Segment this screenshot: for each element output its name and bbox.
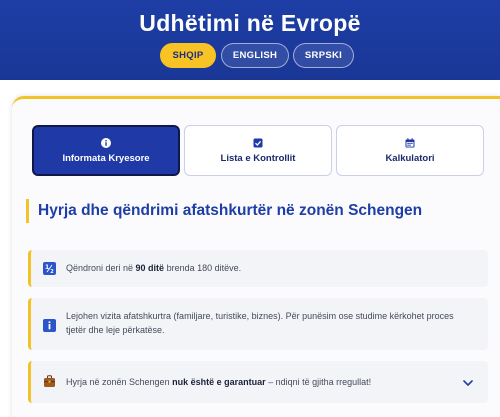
tab-label: Lista e Kontrollit <box>220 152 296 164</box>
info-text: Lejohen vizita afatshkurtra (familjare, … <box>66 311 454 335</box>
header: Udhëtimi në Evropë SHQIP ENGLISH SRPSKI <box>0 0 500 80</box>
lang-button-shqip[interactable]: SHQIP <box>160 43 216 68</box>
info-item-entry-not-guaranteed[interactable]: Hyrja në zonën Schengen nuk është e gara… <box>28 361 488 403</box>
tab-kalkulatori[interactable]: Kalkulatori <box>336 125 484 176</box>
info-icon <box>101 137 111 148</box>
tab-informata-kryesore[interactable]: Informata Kryesore <box>32 125 180 176</box>
language-switcher: SHQIP ENGLISH SRPSKI <box>0 43 500 69</box>
lang-button-srpski[interactable]: SRPSKI <box>293 43 354 68</box>
checkbox-icon <box>253 138 263 148</box>
svg-text:2: 2 <box>50 269 54 275</box>
ratio-icon: 12 <box>43 262 56 275</box>
info-text: Qëndroni deri në 90 ditë brenda 180 ditë… <box>66 263 242 273</box>
page-title: Udhëtimi në Evropë <box>139 10 361 36</box>
info-item-short-visits: Lejohen vizita afatshkurtra (familjare, … <box>28 298 488 350</box>
tab-label: Informata Kryesore <box>62 152 150 164</box>
luggage-icon <box>43 375 56 388</box>
info-item-stay-duration: 12 Qëndroni deri në 90 ditë brenda 180 d… <box>28 250 488 287</box>
info-icon <box>43 319 56 332</box>
info-text: Hyrja në zonën Schengen nuk është e gara… <box>66 377 372 387</box>
tab-label: Kalkulatori <box>385 152 435 164</box>
tab-lista-e-kontrollit[interactable]: Lista e Kontrollit <box>184 125 332 176</box>
lang-button-english[interactable]: ENGLISH <box>221 43 289 68</box>
chevron-down-icon[interactable] <box>462 376 474 388</box>
calendar-icon <box>405 137 415 148</box>
section-title: Hyrja dhe qëndrimi afatshkurtër në zonën… <box>26 199 422 223</box>
